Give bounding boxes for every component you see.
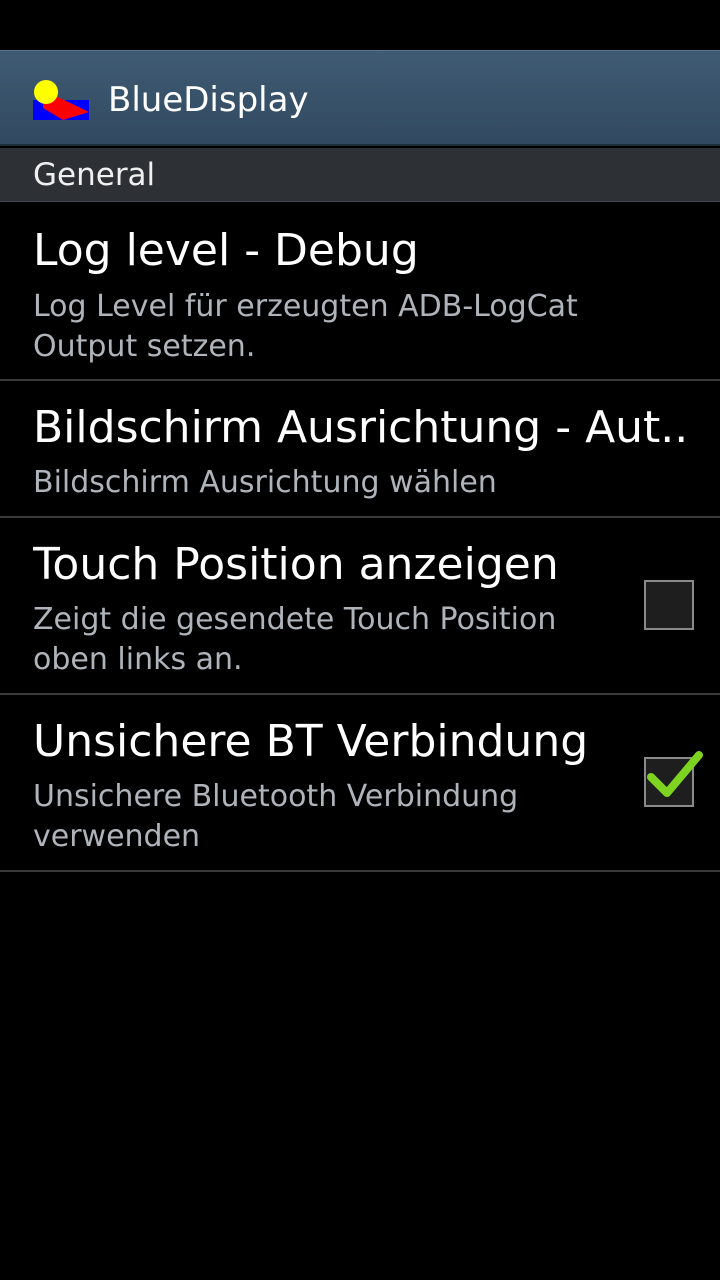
pref-title: Bildschirm Ausrichtung - Aut..	[33, 402, 689, 453]
pref-title: Touch Position anzeigen	[33, 539, 559, 590]
insecure-bt-checkbox[interactable]	[644, 751, 703, 807]
pref-title: Unsichere BT Verbindung	[33, 716, 589, 767]
touch-position-checkbox[interactable]	[644, 580, 694, 630]
status-bar	[0, 0, 720, 50]
section-label: General	[33, 157, 156, 193]
pref-summary: Log Level für erzeugten ADB-LogCat Outpu…	[33, 289, 578, 364]
pref-summary: Zeigt die gesendete Touch Position oben …	[33, 602, 557, 677]
app-title: BlueDisplay	[108, 80, 309, 120]
pref-log-level[interactable]: Log level - Debug Log Level für erzeugte…	[0, 202, 720, 381]
pref-summary: Bildschirm Ausrichtung wählen	[33, 465, 497, 500]
section-header-general: General	[0, 148, 720, 202]
pref-screen-orientation[interactable]: Bildschirm Ausrichtung - Aut.. Bildschir…	[0, 381, 720, 518]
action-bar: BlueDisplay	[0, 50, 720, 146]
pref-summary: Unsichere Bluetooth Verbindung verwenden	[33, 779, 519, 854]
pref-title: Log level - Debug	[33, 225, 419, 276]
bluedisplay-logo-icon	[33, 80, 89, 120]
pref-insecure-bt[interactable]: Unsichere BT Verbindung Unsichere Blueto…	[0, 695, 720, 872]
checkmark-icon	[647, 751, 703, 797]
pref-touch-position[interactable]: Touch Position anzeigen Zeigt die gesend…	[0, 518, 720, 695]
